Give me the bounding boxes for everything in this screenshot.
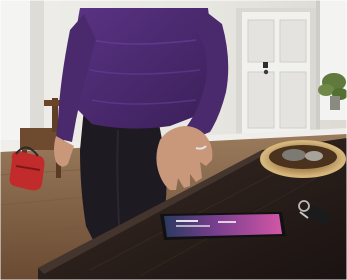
wall-pillar bbox=[30, 0, 44, 150]
smartphone-on-table-icon bbox=[160, 212, 286, 240]
purple-sweater bbox=[73, 8, 214, 129]
wicker-basket-icon bbox=[260, 140, 346, 178]
photo-scene bbox=[0, 0, 347, 280]
window-frame bbox=[316, 0, 320, 130]
front-door-icon bbox=[236, 8, 316, 136]
photo-canvas bbox=[0, 0, 347, 280]
